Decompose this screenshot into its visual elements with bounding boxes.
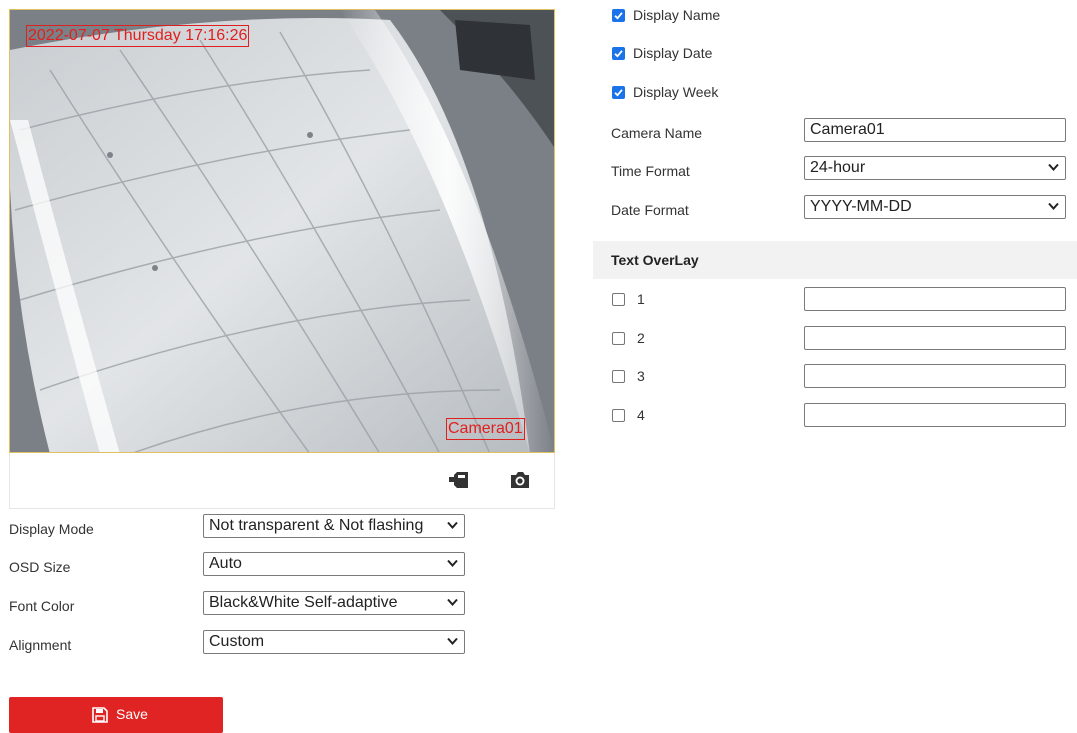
osd-size-value: Auto <box>209 555 242 572</box>
text-overlay-2-checkbox[interactable] <box>612 332 625 345</box>
camera-name-label: Camera Name <box>611 125 703 141</box>
font-color-select[interactable]: Black&White Self-adaptive <box>203 591 465 615</box>
chevron-down-icon <box>447 521 458 529</box>
camera-feed-image <box>10 10 554 452</box>
display-date-checkbox[interactable] <box>612 47 625 60</box>
date-format-label: Date Format <box>611 202 689 218</box>
display-mode-select[interactable]: Not transparent & Not flashing <box>203 514 465 538</box>
chevron-down-icon <box>1048 163 1059 171</box>
text-overlay-title: Text OverLay <box>611 252 699 268</box>
display-mode-value: Not transparent & Not flashing <box>209 517 424 534</box>
text-overlay-3-checkbox[interactable] <box>612 370 625 383</box>
save-button[interactable]: Save <box>9 697 223 733</box>
save-label: Save <box>116 706 148 722</box>
save-disk-icon <box>92 707 108 723</box>
checkbox-checked-icon <box>614 12 623 20</box>
preview-toolbar <box>9 453 555 509</box>
text-overlay-1-checkbox[interactable] <box>612 293 625 306</box>
alignment-select[interactable]: Custom <box>203 630 465 654</box>
display-name-label: Display Name <box>633 7 721 23</box>
text-overlay-4-checkbox[interactable] <box>612 409 625 422</box>
text-overlay-header: Text OverLay <box>593 241 1077 279</box>
text-overlay-2-label: 2 <box>637 330 645 346</box>
time-format-select[interactable]: 24-hour <box>804 156 1066 180</box>
osd-size-select[interactable]: Auto <box>203 552 465 576</box>
chevron-down-icon <box>447 598 458 606</box>
display-name-checkbox[interactable] <box>612 9 625 22</box>
camera-name-input[interactable]: Camera01 <box>804 118 1066 142</box>
date-format-value: YYYY-MM-DD <box>810 198 912 215</box>
display-date-label: Display Date <box>633 45 713 61</box>
text-overlay-1-label: 1 <box>637 291 645 307</box>
checkbox-checked-icon <box>614 50 623 58</box>
video-preview: 2022-07-07 Thursday 17:16:26 Camera01 <box>9 9 555 453</box>
checkbox-checked-icon <box>614 89 623 97</box>
record-icon[interactable] <box>447 469 471 491</box>
display-mode-label: Display Mode <box>9 521 94 537</box>
display-week-label: Display Week <box>633 84 719 100</box>
alignment-value: Custom <box>209 633 265 650</box>
font-color-label: Font Color <box>9 598 75 614</box>
display-week-checkbox[interactable] <box>612 86 625 99</box>
osd-camera-name-overlay[interactable]: Camera01 <box>446 418 525 440</box>
time-format-label: Time Format <box>611 163 690 179</box>
chevron-down-icon <box>447 637 458 645</box>
text-overlay-3-label: 3 <box>637 368 645 384</box>
time-format-value: 24-hour <box>810 159 866 176</box>
text-overlay-1-input[interactable] <box>804 287 1066 311</box>
chevron-down-icon <box>447 559 458 567</box>
alignment-label: Alignment <box>9 637 72 653</box>
text-overlay-4-input[interactable] <box>804 403 1066 427</box>
date-format-select[interactable]: YYYY-MM-DD <box>804 195 1066 219</box>
osd-size-label: OSD Size <box>9 559 71 575</box>
font-color-value: Black&White Self-adaptive <box>209 594 398 611</box>
camera-snapshot-icon[interactable] <box>508 469 532 491</box>
text-overlay-2-input[interactable] <box>804 326 1066 350</box>
text-overlay-3-input[interactable] <box>804 364 1066 388</box>
text-overlay-4-label: 4 <box>637 407 645 423</box>
chevron-down-icon <box>1048 202 1059 210</box>
osd-datetime-overlay[interactable]: 2022-07-07 Thursday 17:16:26 <box>26 25 250 47</box>
